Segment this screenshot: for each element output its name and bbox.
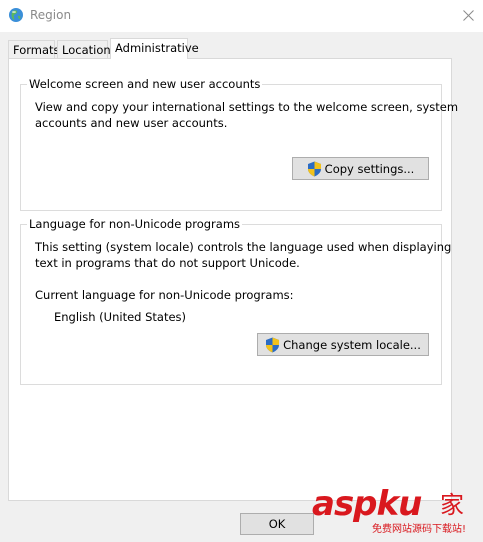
title-bar[interactable]: Region <box>0 0 483 32</box>
window-title: Region <box>30 8 72 22</box>
non-unicode-group-title: Language for non-Unicode programs <box>27 217 243 231</box>
tab-location[interactable]: Location <box>57 40 111 59</box>
welcome-description-line1: View and copy your international setting… <box>35 100 459 114</box>
close-button[interactable] <box>453 0 483 30</box>
watermark: aspku 家 免费网站源码下载站! <box>312 484 480 540</box>
tab-formats[interactable]: Formats <box>8 40 60 59</box>
uac-shield-icon <box>307 161 321 176</box>
change-system-locale-label: Change system locale... <box>283 337 421 352</box>
current-language-label: Current language for non-Unicode program… <box>35 288 294 302</box>
unicode-description-line2: text in programs that do not support Uni… <box>35 256 300 270</box>
globe-icon <box>9 8 23 22</box>
welcome-description-line2: accounts and new user accounts. <box>35 116 228 130</box>
copy-settings-button[interactable]: Copy settings... <box>292 157 429 180</box>
welcome-screen-group: Welcome screen and new user accounts Vie… <box>20 77 458 211</box>
watermark-logo: aspku <box>312 484 422 524</box>
copy-settings-label: Copy settings... <box>324 161 415 176</box>
welcome-group-title: Welcome screen and new user accounts <box>27 77 263 91</box>
close-icon <box>462 9 474 21</box>
watermark-subtitle: 免费网站源码下载站! <box>372 524 467 535</box>
tab-panel-administrative: Welcome screen and new user accounts Vie… <box>8 58 458 501</box>
non-unicode-group: Language for non-Unicode programs This s… <box>20 217 451 385</box>
unicode-description-line1: This setting (system locale) controls th… <box>35 240 452 254</box>
change-system-locale-button[interactable]: Change system locale... <box>257 333 429 356</box>
ok-button[interactable]: OK <box>240 513 314 535</box>
region-dialog: Region Formats Location Administrative W… <box>0 0 483 542</box>
current-language-value: English (United States) <box>54 310 187 324</box>
watermark-char: 家 <box>440 491 464 519</box>
tab-administrative[interactable]: Administrative <box>110 38 199 59</box>
ok-label: OK <box>268 517 286 531</box>
uac-shield-icon <box>266 337 280 352</box>
